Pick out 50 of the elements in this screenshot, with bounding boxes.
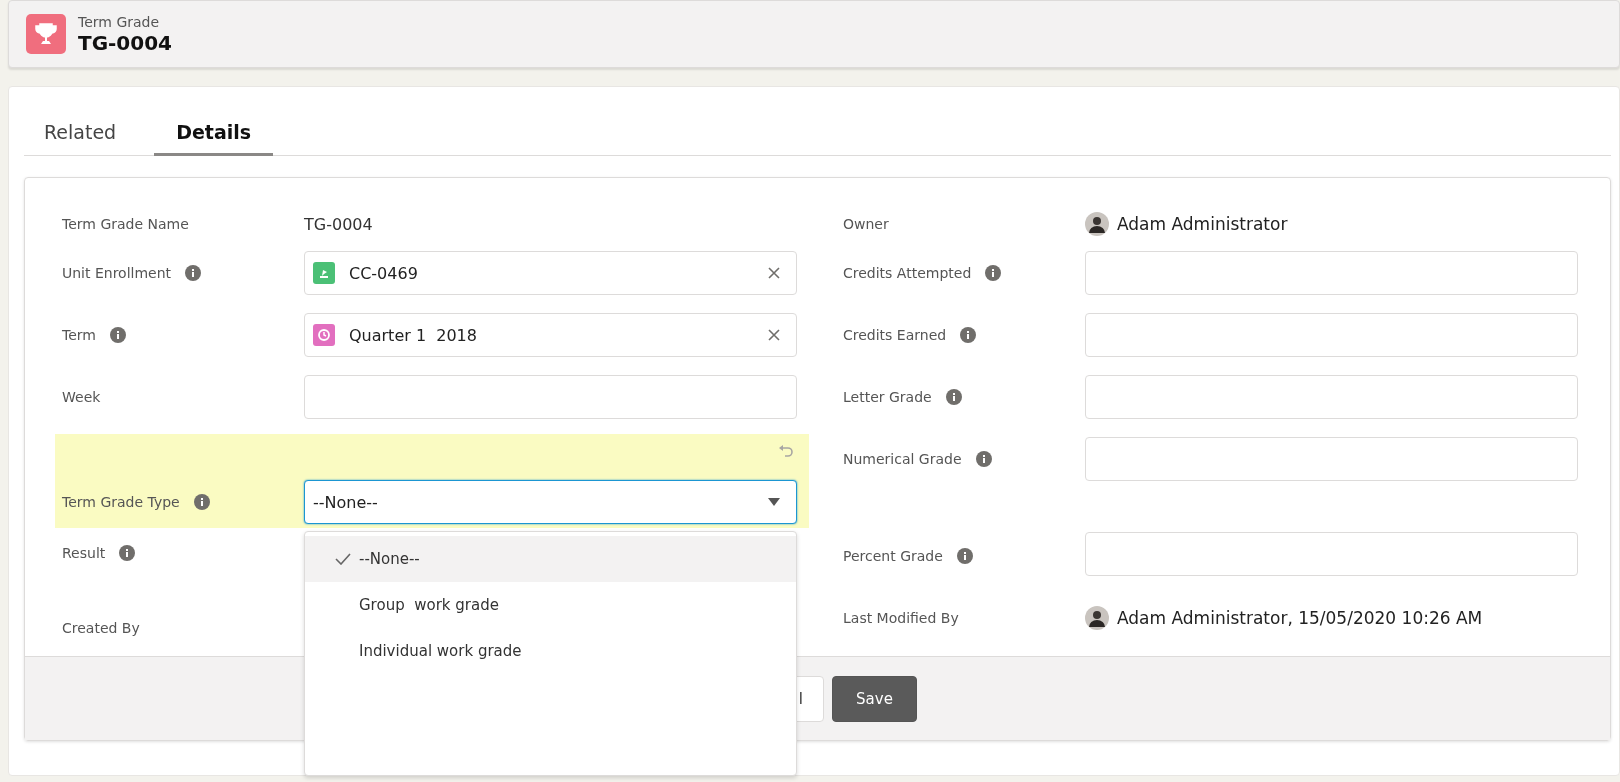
check-icon xyxy=(335,553,351,565)
clear-icon[interactable] xyxy=(768,267,780,279)
field-label: Percent Grade xyxy=(843,548,943,564)
input-field[interactable] xyxy=(1085,375,1578,419)
field-label: Created By xyxy=(62,620,140,636)
dropdown-option[interactable]: Individual work grade xyxy=(305,628,796,674)
info-icon[interactable] xyxy=(119,545,136,561)
avatar-icon xyxy=(1085,212,1109,236)
caret-icon xyxy=(768,498,780,506)
input-field[interactable] xyxy=(1085,251,1578,295)
info-icon[interactable] xyxy=(956,548,973,564)
input-field[interactable] xyxy=(1085,437,1578,481)
field-label: Last Modified By xyxy=(843,610,959,626)
info-icon[interactable] xyxy=(109,327,126,343)
user-link[interactable]: Adam Administrator, 15/05/2020 10:26 AM xyxy=(1117,608,1483,628)
user-link[interactable]: Adam Administrator xyxy=(1117,214,1288,234)
info-icon[interactable] xyxy=(185,265,202,281)
field-value: TG-0004 xyxy=(304,214,373,234)
field-label: Term xyxy=(62,327,96,343)
picklist-field[interactable]: --None-- xyxy=(304,480,797,524)
field-label: Unit Enrollment xyxy=(62,265,172,281)
input-field[interactable] xyxy=(1085,532,1578,576)
info-icon[interactable] xyxy=(945,389,962,405)
tab[interactable]: Details xyxy=(154,121,274,156)
field-label: Credits Earned xyxy=(843,327,947,343)
input-field[interactable] xyxy=(1085,313,1578,357)
field-label: Owner xyxy=(843,216,889,232)
avatar-icon xyxy=(1085,606,1109,630)
field-label: Result xyxy=(62,545,106,561)
input-field[interactable] xyxy=(304,375,797,419)
info-icon[interactable] xyxy=(985,265,1002,281)
info-icon[interactable] xyxy=(960,327,977,343)
clear-icon[interactable] xyxy=(768,329,780,341)
field-label: Numerical Grade xyxy=(843,451,962,467)
field-label: Term Grade Name xyxy=(62,216,189,232)
object-type-label: Term Grade xyxy=(78,13,161,31)
field-label: Week xyxy=(62,389,101,405)
info-icon[interactable] xyxy=(193,494,210,510)
lookup-field[interactable]: CC-0469 xyxy=(304,251,797,295)
info-icon[interactable] xyxy=(975,451,992,467)
dropdown-option[interactable]: Group work grade xyxy=(305,582,796,628)
field-label: Credits Attempted xyxy=(843,265,972,281)
record-title: TG-0004 xyxy=(78,31,173,55)
tab[interactable]: Related xyxy=(36,121,125,156)
dropdown-option[interactable]: --None-- xyxy=(305,536,796,582)
field-label: Letter Grade xyxy=(843,389,932,405)
field-label: Term Grade Type xyxy=(62,494,180,510)
save-button[interactable]: Save xyxy=(832,675,917,722)
trophy-icon xyxy=(26,14,66,54)
lookup-field[interactable]: Quarter 1 2018 xyxy=(304,313,797,357)
